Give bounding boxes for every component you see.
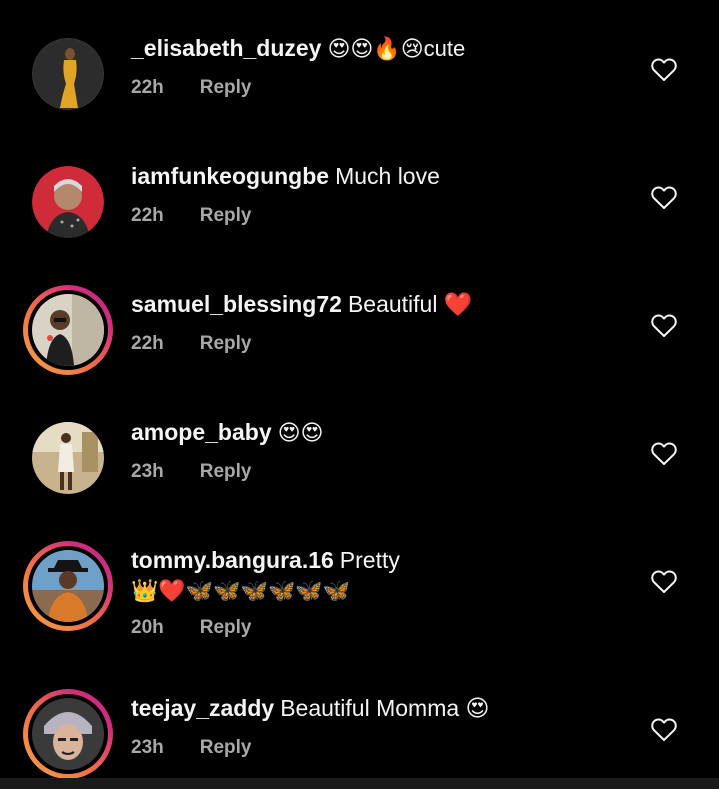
comment-username[interactable]: amope_baby [131, 419, 272, 445]
comment-username[interactable]: teejay_zaddy [131, 695, 274, 721]
avatar[interactable] [32, 422, 104, 494]
avatar [32, 550, 104, 622]
comment-text: 😍😍🔥😢cute [327, 36, 466, 61]
comment-timestamp: 22h [131, 77, 164, 98]
bottom-edge-bar [0, 778, 719, 789]
comment-text-line2: 👑❤️🦋🦋🦋🦋🦋🦋 [131, 578, 351, 603]
comment-timestamp: 23h [131, 737, 164, 758]
avatar-image [32, 422, 104, 494]
avatar-image [32, 550, 104, 622]
avatar-image [32, 698, 104, 770]
avatar[interactable] [32, 38, 104, 110]
avatar-image [32, 166, 104, 238]
comment-timestamp: 22h [131, 333, 164, 354]
reply-button[interactable]: Reply [200, 461, 252, 482]
reply-button[interactable]: Reply [200, 77, 252, 98]
avatar-story-ring[interactable] [23, 541, 113, 631]
comment-timestamp: 22h [131, 205, 164, 226]
comment-text: Much love [335, 163, 440, 189]
comment-timestamp: 20h [131, 617, 164, 638]
heart-outline-icon[interactable] [651, 314, 677, 338]
avatar [32, 294, 104, 366]
comment-text: Pretty [339, 547, 400, 573]
avatar-image [32, 38, 104, 110]
comment-text: Beautiful ❤️ [347, 291, 473, 317]
comment-username[interactable]: samuel_blessing72 [131, 291, 342, 317]
heart-outline-icon[interactable] [651, 718, 677, 742]
heart-outline-icon[interactable] [651, 58, 677, 82]
reply-button[interactable]: Reply [200, 617, 252, 638]
comment-username[interactable]: tommy.bangura.16 [131, 547, 334, 573]
comment-text: 😍😍 [277, 420, 324, 445]
avatar-image [32, 294, 104, 366]
comment-username[interactable]: _elisabeth_duzey [131, 35, 321, 61]
avatar-story-ring[interactable] [23, 689, 113, 779]
reply-button[interactable]: Reply [200, 737, 252, 758]
reply-button[interactable]: Reply [200, 205, 252, 226]
heart-outline-icon[interactable] [651, 186, 677, 210]
avatar-story-ring[interactable] [23, 285, 113, 375]
heart-outline-icon[interactable] [651, 570, 677, 594]
comment-text: Beautiful Momma 😍 [280, 695, 490, 721]
heart-outline-icon[interactable] [651, 442, 677, 466]
avatar[interactable] [32, 166, 104, 238]
avatar [32, 698, 104, 770]
comment-username[interactable]: iamfunkeogungbe [131, 163, 329, 189]
reply-button[interactable]: Reply [200, 333, 252, 354]
comment-timestamp: 23h [131, 461, 164, 482]
